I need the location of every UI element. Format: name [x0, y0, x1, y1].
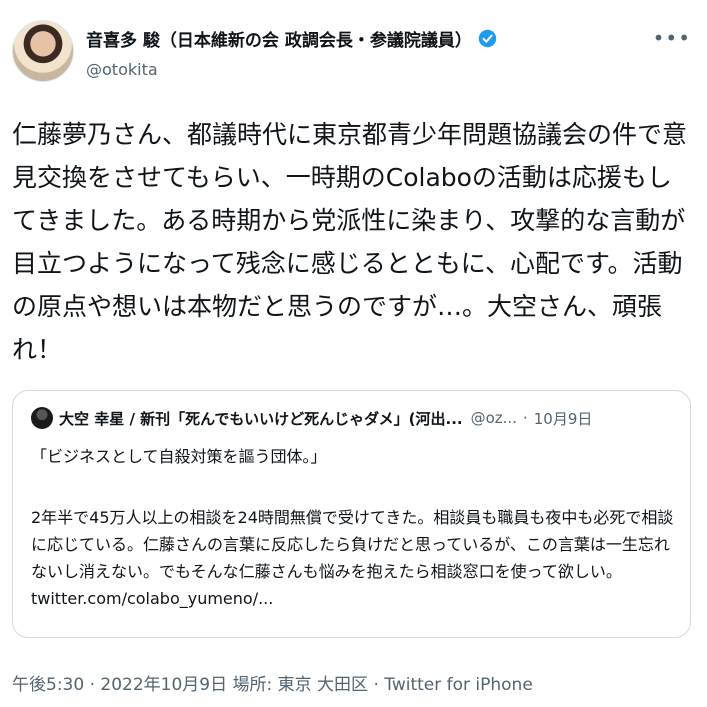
quoted-tweet-header: 大空 幸星 / 新刊「死んでもいいけど死んじゃダメ」(河出... @oz... … [31, 407, 681, 429]
author-avatar[interactable] [12, 20, 74, 82]
tweet-text: 仁藤夢乃さん、都議時代に東京都青少年問題協議会の件で意見交換をさせてもらい、一時… [12, 120, 688, 364]
tweet-meta[interactable]: 午後5:30 · 2022年10月9日 場所: 東京 大田区 · Twitter… [12, 670, 533, 695]
separator-dot: · [522, 409, 528, 427]
verified-badge-icon [478, 29, 497, 48]
tweet-header: 音喜多 駿（日本維新の会 政調会長・参議院議員） @otokita ••• [12, 20, 695, 92]
quoted-tweet-link[interactable]: twitter.com/colabo_yumeno/... [31, 589, 273, 608]
author-handle[interactable]: @otokita [86, 60, 158, 79]
quoted-author-handle: @oz... [470, 409, 517, 427]
more-options-icon[interactable]: ••• [653, 26, 691, 50]
author-name[interactable]: 音喜多 駿（日本維新の会 政調会長・参議院議員） [86, 26, 472, 51]
quoted-tweet-headline: 「ビジネスとして自殺対策を謳う団体。」 [31, 447, 327, 466]
quoted-tweet-body-text: 2年半で45万人以上の相談を24時間無償で受けてきた。相談員も職員も夜中も必死で… [31, 508, 674, 581]
author-name-row[interactable]: 音喜多 駿（日本維新の会 政調会長・参議院議員） [86, 26, 497, 51]
quoted-author-name: 大空 幸星 / 新刊「死んでもいいけど死んじゃダメ」(河出... [59, 409, 463, 428]
quoted-tweet-body: 2年半で45万人以上の相談を24時間無償で受けてきた。相談員も職員も夜中も必死で… [31, 504, 681, 612]
quoted-author-avatar [31, 407, 53, 429]
quoted-tweet-text: 「ビジネスとして自殺対策を謳う団体。」 2年半で45万人以上の相談を24時間無償… [31, 443, 681, 622]
quoted-tweet-date: 10月9日 [533, 409, 593, 428]
quoted-tweet[interactable]: 大空 幸星 / 新刊「死んでもいいけど死んじゃダメ」(河出... @oz... … [12, 390, 691, 638]
